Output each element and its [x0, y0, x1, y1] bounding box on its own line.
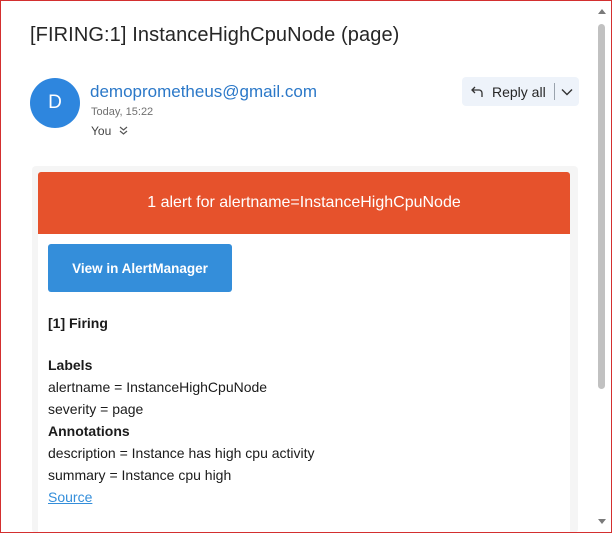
annotation-summary: summary = Instance cpu high	[48, 467, 232, 483]
scroll-down-arrow-icon[interactable]	[597, 517, 607, 527]
reply-all-label: Reply all	[492, 83, 546, 100]
sender-avatar[interactable]: D	[30, 78, 80, 128]
email-subject: [FIRING:1] InstanceHighCpuNode (page)	[30, 24, 400, 46]
email-timestamp: Today, 15:22	[91, 106, 154, 118]
recipients-row[interactable]: You	[91, 124, 128, 138]
reply-all-button[interactable]: Reply all	[462, 77, 579, 106]
expand-recipients-icon[interactable]	[119, 126, 128, 137]
annotations-heading: Annotations	[48, 423, 130, 439]
recipient-label: You	[91, 124, 112, 138]
annotation-description: description = Instance has high cpu acti…	[48, 445, 315, 461]
reply-options-chevron-icon[interactable]	[555, 88, 573, 96]
sender-email[interactable]: demoprometheus@gmail.com	[90, 82, 317, 102]
scroll-up-arrow-icon[interactable]	[597, 6, 607, 16]
labels-heading: Labels	[48, 357, 93, 373]
scrollbar-thumb[interactable]	[598, 24, 605, 389]
alert-banner: 1 alert for alertname=InstanceHighCpuNod…	[38, 172, 570, 234]
label-alertname: alertname = InstanceHighCpuNode	[48, 379, 268, 395]
source-link[interactable]: Source	[48, 489, 92, 505]
label-severity: severity = page	[48, 401, 144, 417]
reply-all-icon	[462, 85, 488, 99]
view-in-alertmanager-button[interactable]: View in AlertManager	[48, 244, 232, 292]
firing-heading: [1] Firing	[48, 315, 108, 331]
